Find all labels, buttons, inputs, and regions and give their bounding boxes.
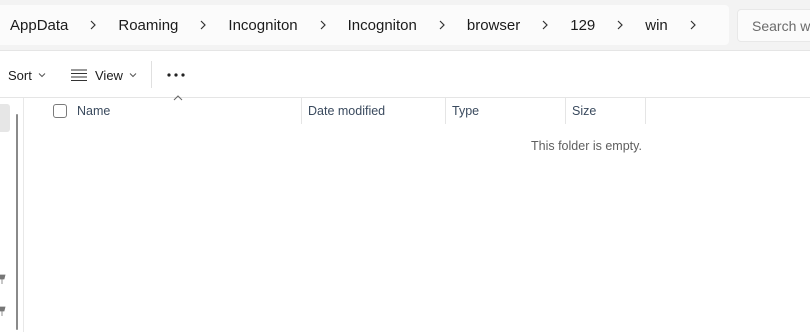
more-options-icon [167,73,185,77]
command-bar: Sort View [0,51,810,98]
sort-button[interactable]: Sort [8,64,46,86]
chevron-right-icon[interactable] [533,13,557,37]
list-view-icon [71,69,87,81]
breadcrumb-item-browser[interactable]: browser [463,11,524,40]
view-label: View [95,67,123,83]
view-button[interactable]: View [71,64,137,86]
chevron-right-icon[interactable] [430,13,454,37]
breadcrumb-item-129[interactable]: 129 [566,11,599,40]
nav-scrollbar[interactable] [16,114,18,330]
chevron-down-icon [38,73,46,78]
column-name-label: Name [77,104,111,118]
column-size-label: Size [572,104,597,118]
breadcrumb-item-incogniton-2[interactable]: Incogniton [344,11,421,40]
empty-folder-message: This folder is empty. [531,139,642,153]
pin-icon [0,306,6,316]
breadcrumb-item-win[interactable]: win [641,11,672,40]
chevron-right-icon[interactable] [81,13,105,37]
pin-icon [0,274,6,284]
breadcrumb-item-appdata[interactable]: AppData [6,11,72,40]
column-header-date-modified[interactable]: Date modified [302,98,446,124]
address-bar: AppData Roaming Incogniton Incogniton br… [0,0,810,51]
toolbar-divider [151,61,152,88]
nav-item-selected[interactable] [0,104,10,132]
more-options-button[interactable] [166,64,186,86]
chevron-right-icon[interactable] [311,13,335,37]
breadcrumb-item-roaming[interactable]: Roaming [114,11,182,40]
column-header-name[interactable]: Name [71,98,302,124]
column-date-label: Date modified [308,104,386,118]
chevron-right-icon[interactable] [681,13,705,37]
search-input[interactable]: Search wi [737,9,810,42]
column-header-size[interactable]: Size [566,98,646,124]
chevron-right-icon[interactable] [191,13,215,37]
column-type-label: Type [452,104,480,118]
chevron-down-icon [129,73,137,78]
column-header-type[interactable]: Type [446,98,566,124]
chevron-right-icon[interactable] [608,13,632,37]
breadcrumb[interactable]: AppData Roaming Incogniton Incogniton br… [0,5,729,45]
navigation-pane[interactable] [0,98,24,332]
sort-label: Sort [8,67,32,83]
select-all-checkbox[interactable] [53,104,67,118]
breadcrumb-item-incogniton[interactable]: Incogniton [224,11,301,40]
